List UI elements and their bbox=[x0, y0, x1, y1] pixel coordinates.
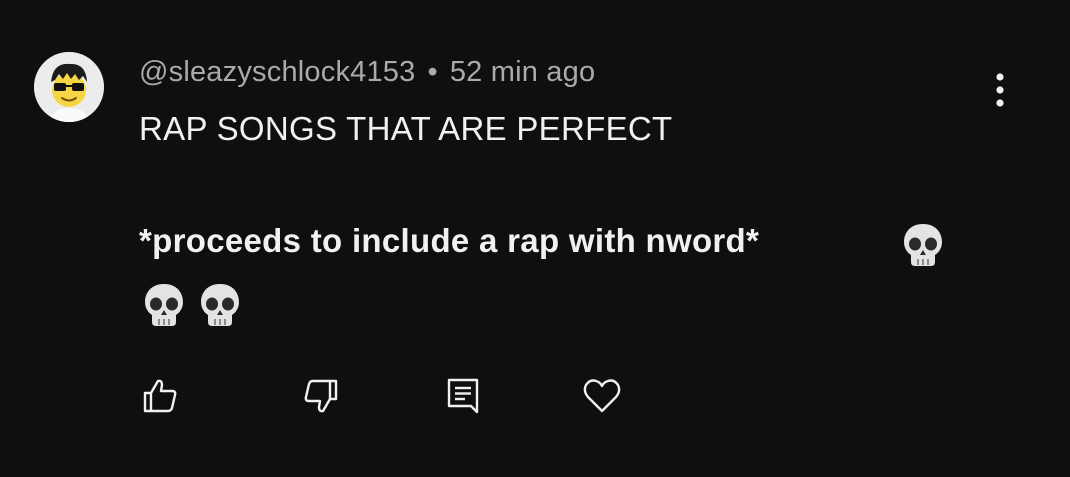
more-options-button[interactable] bbox=[982, 66, 1018, 116]
skull-emoji-icon bbox=[901, 222, 945, 268]
comment: @sleazyschlock4153 • 52 min ago RAP SONGS … bbox=[0, 0, 1070, 477]
comment-text-line-1: RAP SONGS THAT ARE PERFECT bbox=[139, 110, 673, 147]
reply-icon bbox=[447, 378, 479, 414]
dislike-button[interactable] bbox=[298, 374, 342, 418]
comment-text-line-2: *proceeds to include a rap with nword* bbox=[139, 222, 760, 259]
thumbs-up-icon bbox=[143, 379, 177, 413]
skull-emoji-icon bbox=[142, 282, 186, 328]
comment-meta: @sleazyschlock4153 • 52 min ago bbox=[139, 56, 595, 89]
like-button[interactable] bbox=[139, 374, 183, 418]
reply-button[interactable] bbox=[441, 374, 485, 418]
timestamp[interactable]: 52 min ago bbox=[450, 56, 596, 88]
author-name[interactable]: @sleazyschlock4153 bbox=[139, 56, 415, 88]
heart-button[interactable] bbox=[580, 374, 624, 418]
thumbs-down-icon bbox=[304, 379, 338, 413]
avatar[interactable] bbox=[34, 52, 104, 122]
meta-separator: • bbox=[427, 56, 438, 88]
skull-emoji-icon bbox=[198, 282, 242, 328]
heart-icon bbox=[583, 379, 621, 413]
more-vertical-icon bbox=[996, 73, 1004, 107]
